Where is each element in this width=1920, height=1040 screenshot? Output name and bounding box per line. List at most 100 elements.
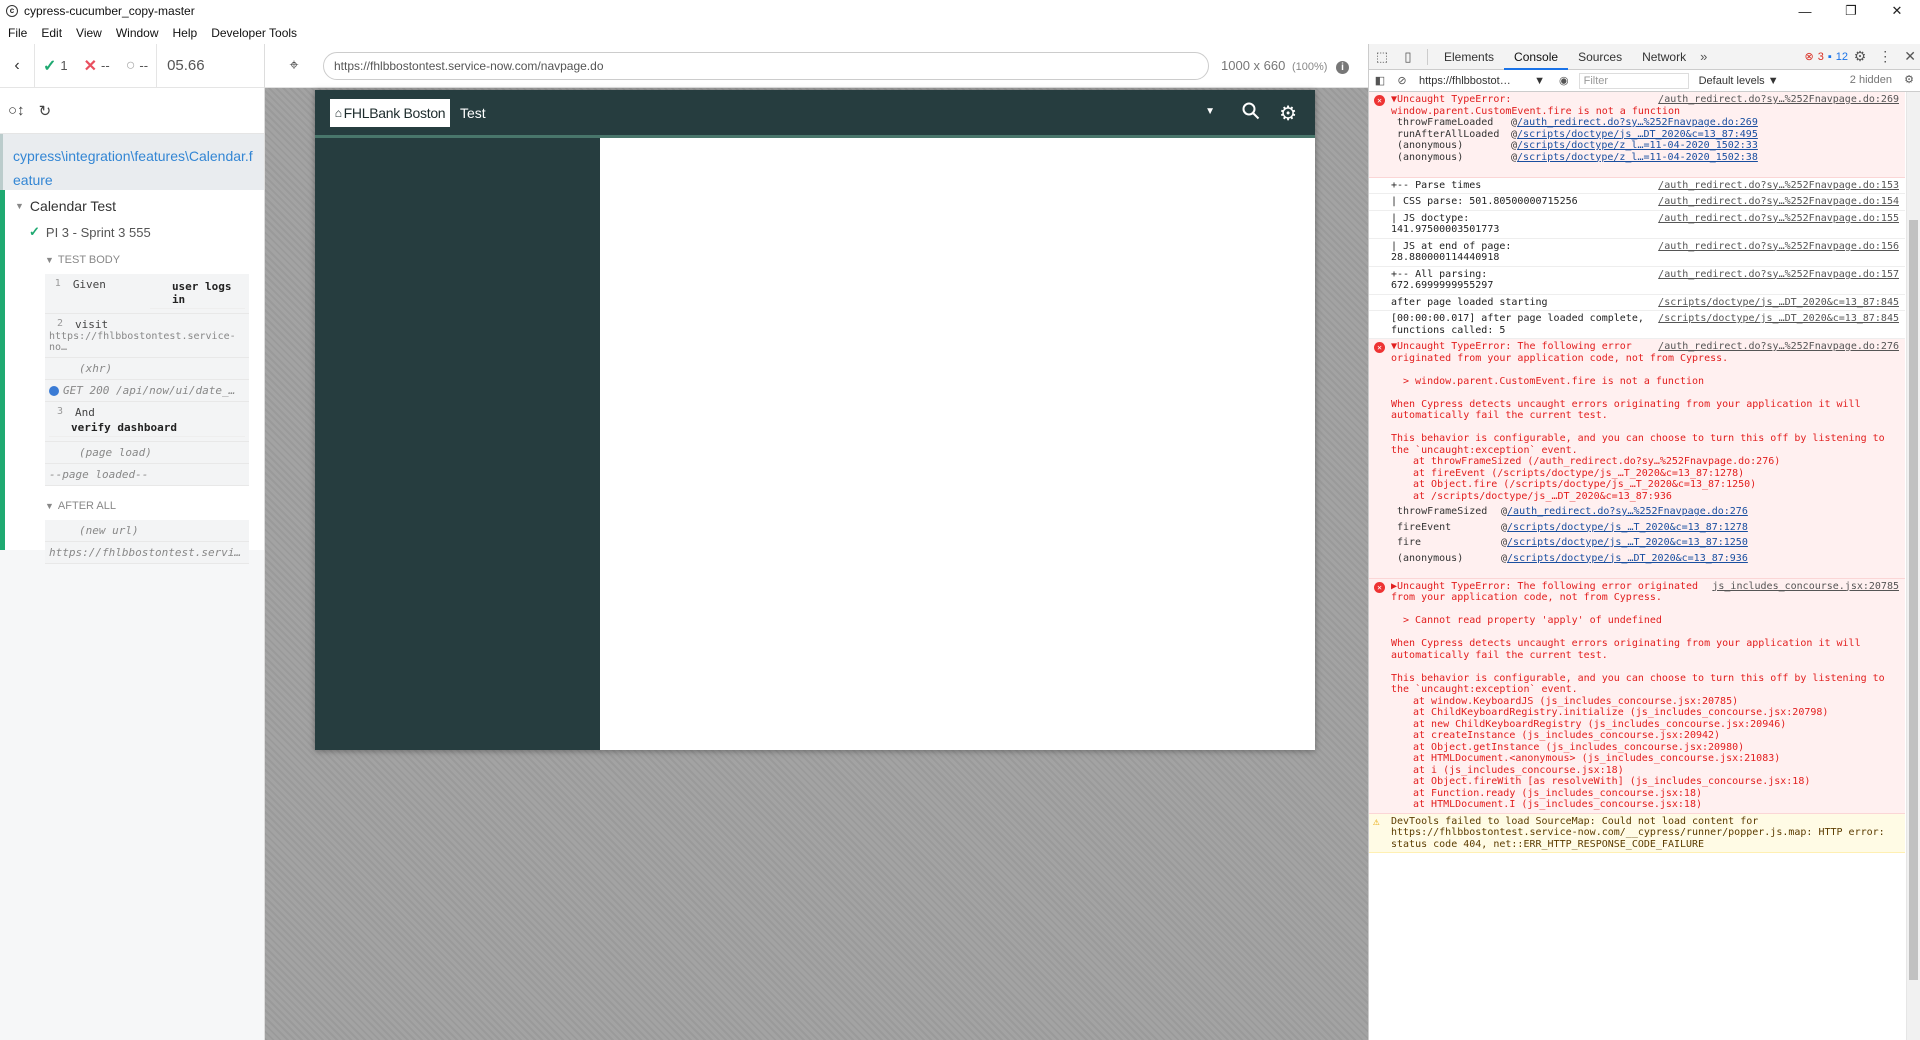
- aut-header: ⌖ https://fhlbbostontest.service-now.com…: [265, 44, 1368, 88]
- warning-icon: ⚠: [1373, 814, 1380, 828]
- stack-link[interactable]: /scripts/doctype/js_…DT_2020&c=13_87:936: [1507, 553, 1748, 565]
- settings-gear-icon[interactable]: ⚙: [1854, 48, 1867, 65]
- console-settings-icon[interactable]: ⚙: [1904, 73, 1914, 86]
- kebab-menu-icon[interactable]: ⋮: [1878, 48, 1892, 65]
- search-icon[interactable]: [1242, 102, 1260, 125]
- window-titlebar: c cypress-cucumber_copy-master — ❐ ✕: [0, 0, 1920, 22]
- pending-stat: ○ --: [118, 44, 156, 88]
- passed-stat: ✓ 1: [34, 43, 76, 88]
- menu-bar: File Edit View Window Help Developer Too…: [0, 22, 1920, 44]
- eye-icon[interactable]: ◉: [1559, 74, 1569, 87]
- source-link[interactable]: /auth_redirect.do?sy…%252Fnavpage.do:269: [1658, 94, 1899, 106]
- tab-elements[interactable]: Elements: [1434, 44, 1504, 70]
- duration: 05.66: [156, 43, 215, 88]
- close-button[interactable]: ✕: [1874, 0, 1920, 22]
- menu-developer-tools[interactable]: Developer Tools: [204, 26, 304, 40]
- error-paragraph: This behavior is configurable, and you c…: [1391, 433, 1885, 456]
- fhlbank-logo[interactable]: ⌂ FHLBank Boston: [330, 98, 450, 127]
- command-name: Given: [72, 278, 106, 291]
- console-scrollbar[interactable]: [1906, 92, 1920, 1040]
- inspect-element-icon[interactable]: ⬚: [1369, 49, 1395, 65]
- more-tabs-icon[interactable]: »: [1700, 49, 1707, 64]
- tab-console[interactable]: Console: [1504, 44, 1569, 70]
- stack-link[interactable]: /scripts/doctype/js_…DT_2020&c=13_87:495: [1517, 129, 1758, 141]
- command-row[interactable]: 3 And verify dashboard: [45, 402, 249, 442]
- command-row[interactable]: 2 visit https://fhlbbostontest.service-n…: [45, 314, 249, 358]
- menu-window[interactable]: Window: [109, 26, 166, 40]
- source-link[interactable]: /auth_redirect.do?sy…%252Fnavpage.do:156: [1658, 241, 1899, 253]
- reporter-controls: ○↕ ↻: [0, 88, 264, 134]
- command-row[interactable]: https://fhlbbostontest.servi…: [45, 542, 249, 564]
- log-text: [00:00:00.017] after page loaded complet…: [1391, 313, 1644, 336]
- error-icon: ✕: [1374, 581, 1385, 593]
- minimize-button[interactable]: —: [1782, 0, 1828, 22]
- stack-link[interactable]: /auth_redirect.do?sy…%252Fnavpage.do:276: [1507, 506, 1748, 518]
- stack-link[interactable]: /scripts/doctype/js_…T_2020&c=13_87:1278: [1507, 522, 1748, 534]
- stack-link[interactable]: /scripts/doctype/js_…T_2020&c=13_87:1250: [1507, 537, 1748, 549]
- after-all-header[interactable]: ▼ AFTER ALL: [5, 486, 264, 512]
- source-link[interactable]: js_includes_concourse.jsx:20785: [1712, 581, 1899, 593]
- source-link[interactable]: /scripts/doctype/js_…DT_2020&c=13_87:845: [1658, 297, 1899, 309]
- error-message: window.parent.CustomEvent.fire is not a …: [1391, 105, 1680, 117]
- pending-count: --: [139, 58, 149, 73]
- error-paragraph: When Cypress detects uncaught errors ori…: [1391, 638, 1861, 661]
- source-link[interactable]: /auth_redirect.do?sy…%252Fnavpage.do:157: [1658, 269, 1899, 281]
- auto-scroll-icon[interactable]: ○↕: [8, 102, 25, 119]
- menu-file[interactable]: File: [0, 26, 34, 40]
- command-list: 1 Given user logs in 2 visit https://fhl…: [45, 274, 249, 486]
- command-row[interactable]: 1 Given user logs in: [45, 274, 249, 314]
- reporter-stats-bar: ‹ ✓ 1 ✕ -- ○ -- 05.66: [0, 43, 264, 88]
- failed-stat: ✕ --: [76, 44, 118, 88]
- scrollbar-thumb[interactable]: [1909, 220, 1918, 980]
- gear-icon[interactable]: ⚙: [1279, 101, 1297, 126]
- levels-dropdown[interactable]: Default levels ▼: [1699, 75, 1779, 87]
- console-log: /scripts/doctype/js_…DT_2020&c=13_87:845…: [1369, 311, 1905, 339]
- stack-fn: fire: [1397, 537, 1422, 548]
- stack-link[interactable]: /scripts/doctype/z_l…=11-04-2020_1502:33: [1517, 140, 1758, 152]
- test-row[interactable]: ✓ PI 3 - Sprint 3 555: [5, 214, 264, 240]
- stack-frame: fire @ /scripts/doctype/js_…T_2020&c=13_8…: [1397, 537, 1748, 549]
- stack-fn: (anonymous): [1397, 151, 1464, 163]
- back-icon[interactable]: ‹: [0, 57, 34, 75]
- menu-edit[interactable]: Edit: [34, 26, 69, 40]
- source-link[interactable]: /auth_redirect.do?sy…%252Fnavpage.do:154: [1658, 196, 1899, 208]
- clear-console-icon[interactable]: ⊘: [1391, 74, 1413, 87]
- command-number: 3: [56, 406, 63, 417]
- stack-link[interactable]: /auth_redirect.do?sy…%252Fnavpage.do:269: [1517, 117, 1758, 129]
- issue-counts[interactable]: ⊗ 3 ▪ 12: [1805, 50, 1849, 64]
- selector-playground-icon[interactable]: ⌖: [279, 57, 309, 75]
- device-toolbar-icon[interactable]: ▯: [1395, 49, 1421, 65]
- filter-input[interactable]: Filter: [1578, 72, 1689, 89]
- xhr-row[interactable]: GET 200 /api/now/ui/date_…: [45, 380, 249, 402]
- test-body-header[interactable]: ▼ TEST BODY: [5, 240, 264, 266]
- menu-view[interactable]: View: [69, 26, 109, 40]
- stack-fn: throwFrameLoaded: [1397, 117, 1494, 128]
- tab-network[interactable]: Network: [1632, 44, 1696, 70]
- sidebar-toggle-icon[interactable]: ◧: [1369, 74, 1391, 87]
- info-icon[interactable]: i: [1336, 60, 1350, 74]
- tab-sources[interactable]: Sources: [1568, 44, 1632, 70]
- error-paragraph: When Cypress detects uncaught errors ori…: [1391, 398, 1861, 422]
- close-devtools-icon[interactable]: ✕: [1904, 48, 1916, 65]
- console-toolbar: ◧ ⊘ https://fhlbbostot… ▼ ◉ Filter Defau…: [1369, 70, 1920, 92]
- stack-link[interactable]: /scripts/doctype/z_l…=11-04-2020_1502:38: [1517, 152, 1758, 164]
- source-link[interactable]: /auth_redirect.do?sy…%252Fnavpage.do:153: [1658, 180, 1899, 192]
- console-warning: ⚠ DevTools failed to load SourceMap: Cou…: [1369, 813, 1905, 853]
- context-selector[interactable]: https://fhlbbostot… ▼: [1419, 75, 1549, 87]
- dropdown-caret-icon[interactable]: ▼: [1205, 106, 1215, 117]
- levels-value: Default levels: [1698, 74, 1765, 87]
- stack-line: at i (js_includes_concourse.jsx:18): [1413, 764, 1624, 776]
- rerun-icon[interactable]: ↻: [39, 102, 52, 120]
- suite-row[interactable]: ▼ Calendar Test: [5, 190, 264, 214]
- viewport-size: 1000 x 660: [1221, 57, 1286, 73]
- suite-title: Calendar Test: [29, 198, 117, 214]
- stack-frame: runAfterAllLoaded @ /scripts/doctype/js_……: [1397, 128, 1758, 141]
- source-link[interactable]: /auth_redirect.do?sy…%252Fnavpage.do:276: [1658, 341, 1899, 353]
- maximize-button[interactable]: ❐: [1828, 0, 1874, 22]
- source-link[interactable]: /auth_redirect.do?sy…%252Fnavpage.do:155: [1658, 213, 1899, 225]
- error-quote: > window.parent.CustomEvent.fire is not …: [1403, 375, 1705, 387]
- stack-line: at Object.getInstance (js_includes_conco…: [1413, 741, 1745, 753]
- menu-help[interactable]: Help: [166, 26, 205, 40]
- source-link[interactable]: /scripts/doctype/js_…DT_2020&c=13_87:845: [1658, 313, 1899, 325]
- spec-file-link[interactable]: cypress\integration\features\Calendar.fe…: [13, 148, 253, 188]
